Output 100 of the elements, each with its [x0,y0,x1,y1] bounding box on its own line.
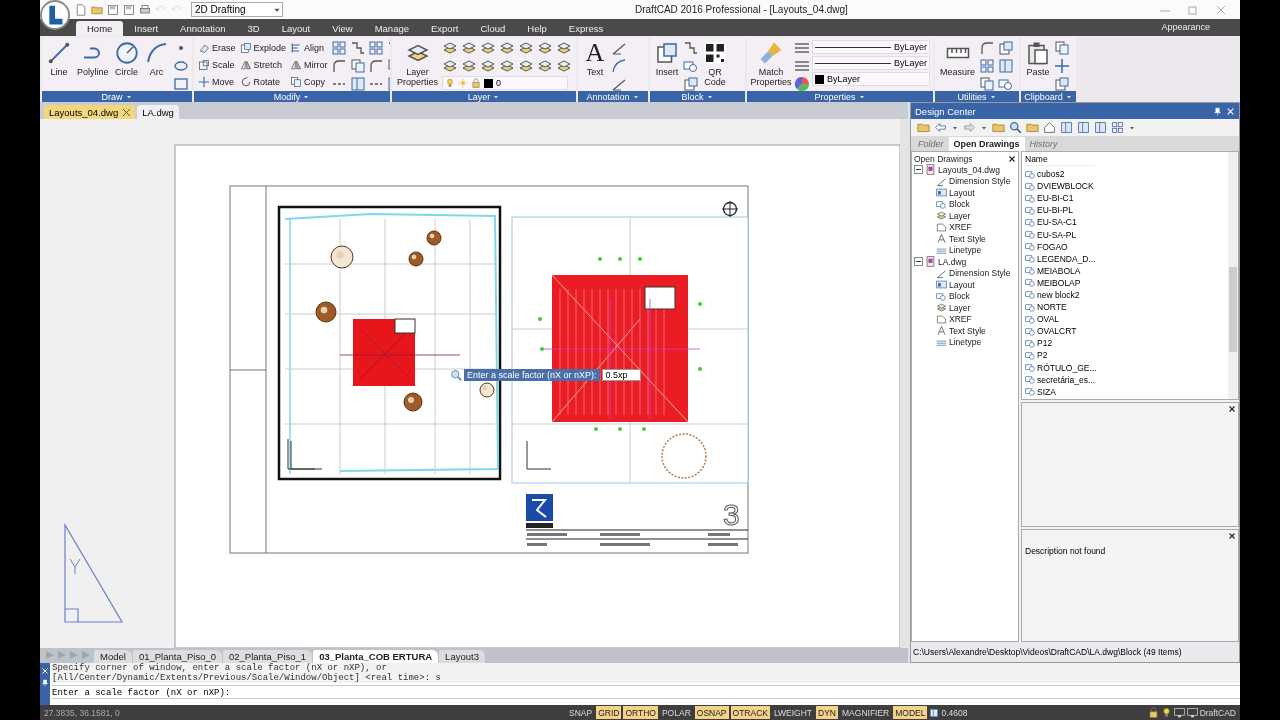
status-toggle[interactable]: GRID [596,706,622,719]
panel-title: Modify [273,91,301,102]
tree-item[interactable]: Text Style [914,325,1016,337]
tree-item[interactable]: XREF [914,221,1016,233]
ribbon-button[interactable]: Insert [653,40,681,78]
status-toggle[interactable]: DYN [816,706,838,719]
coordinates: 27.3835, 36.1581, 0 [44,707,121,718]
ribbon-button[interactable]: Mirror [289,57,329,72]
tree-item[interactable]: Linetype [914,244,1016,256]
drawing-canvas[interactable]: 3 Enter a scale factor (nX or nXP): 0.5xp [40,119,908,648]
list-row[interactable]: new block2 [1025,288,1225,302]
ribbon-button[interactable]: Explode [238,40,288,55]
list-row[interactable]: MEIBOLAP [1025,276,1225,289]
ribbon-button[interactable]: Align [289,40,329,55]
ribbon-button[interactable]: Stretch [238,57,288,72]
list-row[interactable]: MEIABOLA [1025,264,1225,277]
status-toggle[interactable]: MODEL [893,706,928,719]
ribbon-tab[interactable]: 3D [236,21,271,36]
status-toggle[interactable]: ORTHO [623,706,658,719]
list-row[interactable]: P2 [1025,349,1225,362]
linetype-dropdown[interactable]: ByLayer [812,56,930,70]
ribbon-button[interactable]: Arc [142,40,171,78]
status-toggle[interactable]: OSNAP [694,706,729,719]
tree-item[interactable]: Block [914,290,1016,302]
layout-tab[interactable]: Model [94,650,132,663]
ribbon-button[interactable]: Rotate [238,74,288,89]
list-row[interactable]: OVAL [1025,313,1225,326]
list-row[interactable]: DVIEWBLOCK [1025,180,1225,193]
document-tab[interactable]: LA.dwg [137,105,179,119]
status-toggle[interactable]: SNAP [567,706,595,719]
ribbon-button[interactable]: Measure [938,40,977,78]
tree-node[interactable]: Layouts_04.dwg [914,164,1016,176]
ribbon-tab[interactable]: Layout [270,21,322,36]
list-row[interactable]: EU-SA-C1 [1025,216,1225,229]
ribbon-button[interactable]: Line [45,40,73,78]
ribbon-button[interactable]: Layer Properties [395,40,441,88]
ribbon-button[interactable]: Erase [197,40,237,55]
tree-item[interactable]: Dimension Style [914,267,1016,279]
status-toggle[interactable]: OTRACK [730,706,770,719]
list-row[interactable]: NORTE [1025,301,1225,314]
design-center-tab[interactable]: Open Drawings [948,137,1025,151]
scale-input[interactable]: 0.5xp [601,369,641,381]
ribbon-tab[interactable]: Annotation [169,21,237,36]
document-tab[interactable]: Layouts_04.dwg [44,105,136,119]
ribbon-button[interactable]: A Text [581,40,609,78]
command-input[interactable]: Enter a scale factor (nX or nXP): [52,685,1240,699]
layout-tab[interactable]: 01_Planta_Piso_0 [132,650,222,663]
layout-tab[interactable]: 02_Planta_Piso_1 [223,650,313,663]
list-row[interactable]: SIZA [1025,385,1225,398]
linetype-dropdown[interactable]: ByLayer [812,40,930,54]
window-title: DraftCAD 2016 Professional - [Layouts_04.dwg] [635,4,848,15]
ribbon-button[interactable]: QR Code [701,40,729,88]
layer-dropdown[interactable]: 0 [442,76,569,90]
tree-item[interactable]: Layer [914,210,1016,222]
ribbon-button[interactable]: Scale [197,57,237,72]
path-text: C:\Users\Alexandre\Desktop\Videos\DraftCAD\LA.dwg\Block (49 Items) [911,642,1239,662]
list-row[interactable]: LEGENDA_D... [1025,252,1225,265]
color-dropdown[interactable]: ByLayer [812,72,930,86]
tree-item[interactable]: Dimension Style [914,175,1016,187]
tree-item[interactable]: Layout [914,279,1016,291]
scale-readout[interactable]: 0.4608 [941,707,968,718]
ribbon-button[interactable]: Match Properties [750,40,792,88]
tree-item[interactable]: Layout [914,187,1016,199]
ribbon-button[interactable]: Copy [289,74,329,89]
status-toggle[interactable]: POLAR [659,706,693,719]
ribbon-tab[interactable]: Manage [363,21,420,36]
list-row[interactable]: RÓTULO_GE... [1025,361,1225,374]
ribbon-button[interactable]: Circle [112,40,141,78]
ribbon-tab[interactable]: Insert [123,21,170,36]
list-row[interactable]: FOGAO [1025,240,1225,253]
tree-item[interactable]: Layer [914,302,1016,314]
ribbon-tab[interactable]: Help [516,21,558,36]
list-row[interactable]: EU-BI-C1 [1025,192,1225,205]
ribbon-button[interactable]: Move [197,74,237,89]
status-toggle[interactable]: LWEIGHT [771,706,815,719]
ribbon-tab[interactable]: Cloud [469,21,517,36]
workspace-dropdown[interactable]: 2D Drafting [191,2,283,17]
layout-tab[interactable]: Layout3 [439,650,485,663]
ribbon-tab[interactable]: Export [420,21,470,36]
list-row[interactable]: cubos2 [1025,168,1225,181]
layout-tab[interactable]: 03_Planta_COB ERTURA [313,650,439,663]
list-row[interactable]: EU-BI-PL [1025,204,1225,217]
tree-item[interactable]: Block [914,198,1016,210]
tree-item[interactable]: XREF [914,313,1016,325]
list-row[interactable]: EU-SA-PL [1025,228,1225,241]
status-toggle[interactable]: MAGNIFIER [840,706,892,719]
list-row[interactable]: P12 [1025,337,1225,350]
tree-item[interactable]: Linetype [914,336,1016,348]
appearance-menu[interactable]: Appearance [1161,22,1210,32]
panel-title: Clipboard [1024,91,1063,102]
ribbon-tab[interactable]: Home [76,21,124,36]
ribbon-tab[interactable]: View [321,21,364,36]
list-row[interactable]: secretária_es... [1025,373,1225,386]
ribbon-tab[interactable]: Express [557,21,615,36]
ribbon-button[interactable]: Polyline [75,40,111,78]
list-row[interactable]: OVALCRT [1025,325,1225,338]
tree-item[interactable]: Text Style [914,233,1016,245]
ribbon-button[interactable]: Paste [1024,40,1052,78]
column-header[interactable]: Name [1025,153,1095,166]
tree-node[interactable]: LA.dwg [914,256,1016,268]
